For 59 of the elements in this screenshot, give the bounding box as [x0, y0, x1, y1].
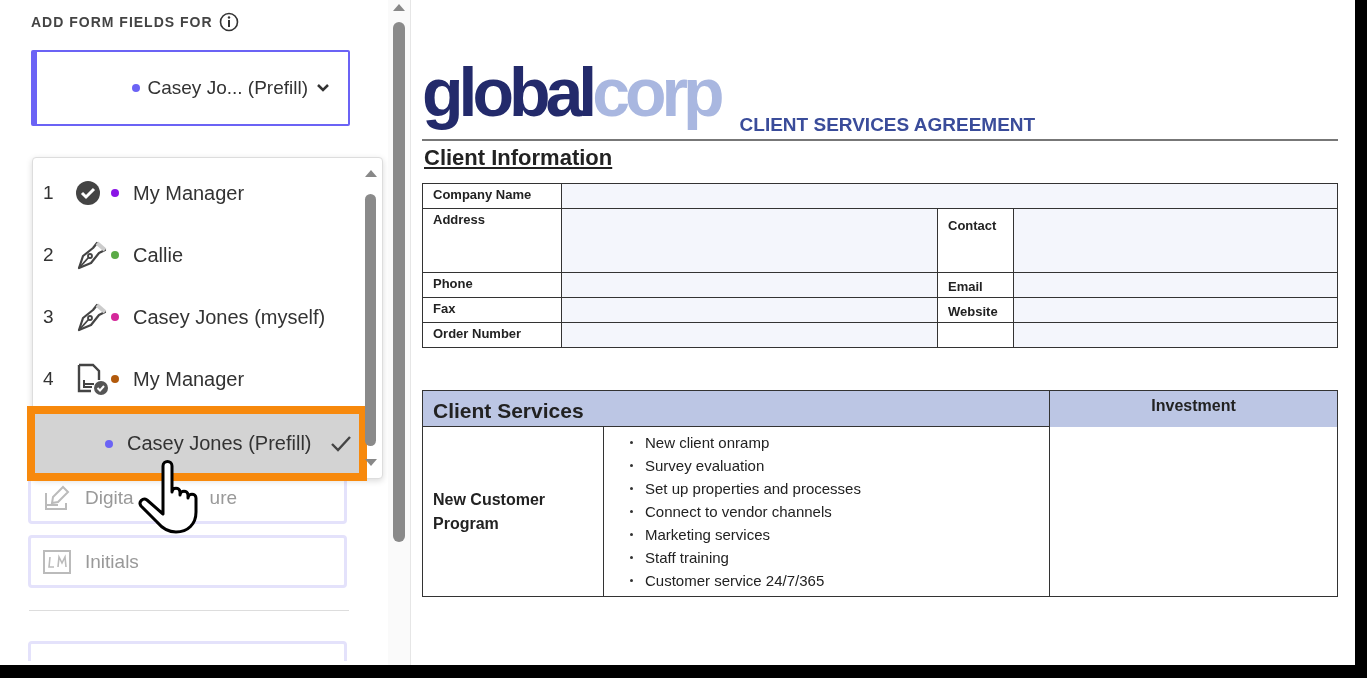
initials-icon — [43, 549, 71, 574]
scroll-up-icon[interactable] — [391, 2, 407, 12]
table-cell: Website — [937, 297, 1014, 323]
info-icon[interactable] — [218, 12, 239, 32]
table-header: Client Services — [422, 390, 1050, 427]
pen-nib-icon — [75, 301, 109, 333]
item-label: Casey Jones (myself) — [133, 305, 326, 329]
check-circle-icon — [75, 180, 101, 206]
scrollbar-thumb[interactable] — [365, 194, 376, 446]
table-cell: Order Number — [422, 322, 562, 348]
participant-dropdown[interactable]: Casey Jo... (Prefill) — [31, 50, 350, 126]
input-field[interactable] — [561, 183, 1338, 209]
list-item: Set up properties and processes — [645, 479, 861, 500]
scroll-down-icon[interactable] — [363, 458, 379, 468]
input-field[interactable] — [1013, 208, 1338, 273]
item-label: My Manager — [133, 367, 245, 391]
table-header: Investment — [1049, 390, 1338, 427]
input-field[interactable] — [1013, 272, 1338, 298]
dropdown-item[interactable]: 3 Casey Jones (myself) — [33, 286, 363, 348]
panel-heading: ADD FORM FIELDS FOR — [31, 14, 213, 30]
company-logo: globalcorp — [422, 53, 722, 132]
list-item: Marketing services — [645, 525, 771, 546]
table-cell: Address — [422, 208, 562, 273]
chevron-down-icon — [316, 83, 330, 93]
item-label: Callie — [133, 243, 184, 267]
table-cell: Fax — [422, 297, 562, 323]
input-field[interactable] — [1013, 297, 1338, 323]
pen-nib-icon — [75, 239, 109, 271]
item-label: Casey Jones (Prefill) — [127, 432, 312, 455]
list-item: Connect to vendor channels — [645, 502, 832, 523]
document-title: CLIENT SERVICES AGREEMENT — [739, 113, 1036, 136]
list-item: Customer service 24/7/365 — [645, 571, 825, 592]
table-cell: Phone — [422, 272, 562, 298]
item-number: 2 — [43, 244, 55, 266]
list-item: Staff training — [645, 548, 729, 569]
input-field[interactable] — [561, 297, 938, 323]
field-button[interactable] — [28, 641, 347, 661]
section-heading: Client Information — [424, 144, 614, 171]
input-field[interactable] — [1013, 322, 1338, 348]
table-cell: Email — [937, 272, 1014, 298]
table-cell: Company Name — [422, 183, 562, 209]
input-field[interactable] — [561, 272, 938, 298]
item-number: 4 — [43, 368, 55, 390]
list-item: Survey evaluation — [645, 456, 765, 477]
table-cell: Contact — [937, 208, 1014, 273]
dropdown-item[interactable]: Casey Jones (Prefill) — [27, 406, 367, 481]
scroll-up-icon[interactable] — [363, 168, 379, 178]
scrollbar-thumb[interactable] — [393, 22, 405, 542]
item-number: 3 — [43, 306, 55, 328]
input-field[interactable] — [561, 322, 938, 348]
item-label: My Manager — [133, 181, 245, 205]
table-cell-text: New Customer Program — [433, 489, 547, 534]
checkmark-icon — [329, 434, 352, 453]
document-check-icon — [75, 362, 109, 396]
input-field[interactable] — [561, 208, 938, 273]
dropdown-item[interactable]: 1 My Manager — [33, 162, 363, 224]
list-item: New client onramp — [645, 433, 770, 454]
dropdown-item[interactable]: 2 Callie — [33, 224, 363, 286]
item-number: 1 — [43, 182, 55, 204]
